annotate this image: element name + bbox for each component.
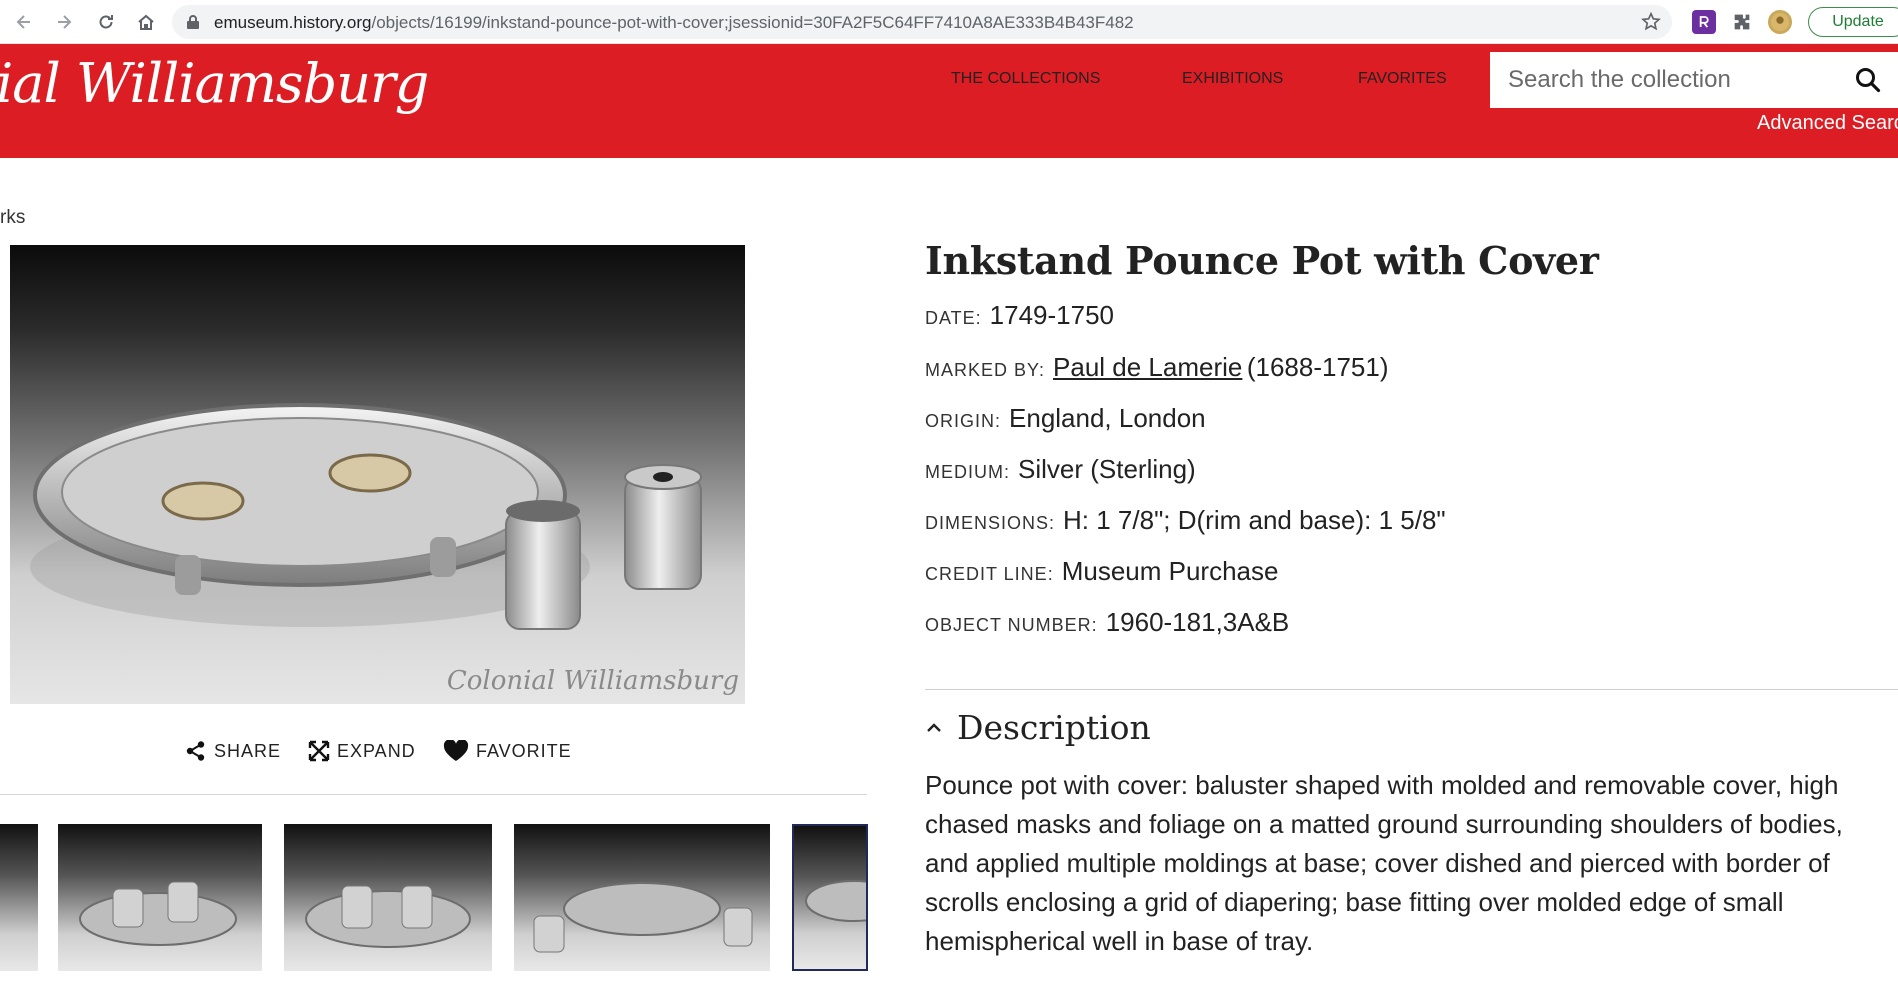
search-input[interactable] (1508, 64, 1828, 96)
fact-medium: MEDIUM: Silver (Sterling) (925, 454, 1196, 485)
nav-favorites[interactable]: FAVORITES (1358, 70, 1447, 88)
divider (0, 794, 867, 795)
fact-label: CREDIT LINE: (925, 564, 1054, 584)
expand-icon (308, 740, 330, 762)
favorite-button[interactable]: FAVORITE (443, 740, 572, 762)
fact-label: DATE: (925, 308, 982, 328)
fact-origin: ORIGIN: England, London (925, 403, 1206, 434)
reload-button[interactable] (92, 8, 120, 36)
thumbnail-inkstand-image (79, 881, 237, 946)
divider (925, 689, 1898, 690)
advanced-search-link[interactable]: Advanced Search (1757, 112, 1898, 135)
search-icon[interactable] (1854, 66, 1882, 94)
object-main-image[interactable]: Colonial Williamsburg (10, 245, 745, 704)
site-logo[interactable]: ial Williamsburg (0, 52, 429, 115)
bookmark-star-icon[interactable] (1640, 11, 1662, 33)
image-watermark: Colonial Williamsburg (446, 666, 739, 696)
back-button[interactable] (10, 8, 38, 36)
breadcrumb[interactable]: rks (0, 207, 25, 229)
fact-label: OBJECT NUMBER: (925, 615, 1098, 635)
heart-icon (443, 740, 469, 761)
browser-toolbar: emuseum.history.org/objects/16199/inksta… (0, 0, 1898, 44)
fact-label: ORIGIN: (925, 411, 1002, 431)
fact-value: H: 1 7/8"; D(rim and base): 1 5/8" (1063, 505, 1446, 535)
extension-r-icon[interactable] (1692, 10, 1716, 34)
search-box (1490, 52, 1898, 108)
home-button[interactable] (132, 8, 160, 36)
expand-button[interactable]: EXPAND (308, 740, 416, 762)
fact-value: Museum Purchase (1061, 556, 1279, 586)
back-arrow-icon (16, 15, 30, 29)
chevron-up-icon (927, 722, 941, 732)
fact-label: MARKED BY: (925, 360, 1046, 380)
fact-value: (1688-1751) (1246, 352, 1389, 382)
profile-avatar-icon[interactable] (1768, 10, 1792, 34)
fact-label: MEDIUM: (925, 462, 1010, 482)
maker-link[interactable]: Paul de Lamerie (1053, 352, 1242, 382)
favorite-label: FAVORITE (476, 740, 572, 761)
description-text: Pounce pot with cover: baluster shaped w… (925, 770, 1843, 956)
site-header: ial Williamsburg THE COLLECTIONS EXHIBIT… (0, 44, 1898, 158)
nav-exhibitions[interactable]: EXHIBITIONS (1182, 70, 1283, 88)
home-icon (138, 14, 154, 30)
thumbnail-5-selected[interactable] (792, 824, 868, 971)
description-toggle[interactable]: Description (925, 708, 1151, 747)
fact-marked-by: MARKED BY: Paul de Lamerie (1688-1751) (925, 352, 1388, 383)
thumbnail-3[interactable] (284, 824, 492, 971)
reload-icon (99, 15, 113, 29)
extensions-puzzle-icon[interactable] (1730, 10, 1754, 34)
forward-arrow-icon (58, 15, 72, 29)
update-button[interactable]: Update (1808, 7, 1898, 37)
thumbnail-inkstand-image (305, 885, 471, 948)
thumbnail-2[interactable] (58, 824, 262, 971)
nav-the-collections[interactable]: THE COLLECTIONS (951, 70, 1100, 88)
fact-date: DATE: 1749-1750 (925, 300, 1114, 331)
url-text: emuseum.history.org/objects/16199/inksta… (214, 13, 1134, 32)
share-label: SHARE (214, 740, 282, 761)
lock-icon (187, 15, 199, 29)
thumbnail-1[interactable] (0, 824, 38, 971)
forward-button[interactable] (50, 8, 78, 36)
object-title: Inkstand Pounce Pot with Cover (925, 238, 1599, 283)
fact-value: 1960-181,3A&B (1105, 607, 1290, 637)
fact-dimensions: DIMENSIONS: H: 1 7/8"; D(rim and base): 1… (925, 505, 1446, 536)
fact-value: 1749-1750 (989, 300, 1115, 330)
silver-inkstand-illustration (30, 403, 702, 630)
fact-label: DIMENSIONS: (925, 513, 1056, 533)
fact-credit-line: CREDIT LINE: Museum Purchase (925, 556, 1278, 587)
expand-label: EXPAND (337, 740, 416, 761)
address-bar[interactable]: emuseum.history.org/objects/16199/inksta… (172, 5, 1672, 39)
share-icon (186, 741, 205, 761)
thumbnail-inkstand-image (805, 880, 866, 922)
thumbnail-4[interactable] (514, 824, 770, 971)
fact-object-number: OBJECT NUMBER: 1960-181,3A&B (925, 607, 1289, 638)
description-heading: Description (957, 708, 1151, 747)
fact-value: England, London (1009, 403, 1206, 433)
fact-value: Silver (Sterling) (1018, 454, 1196, 484)
thumbnail-inkstand-image (533, 882, 753, 953)
share-button[interactable]: SHARE (185, 740, 281, 762)
